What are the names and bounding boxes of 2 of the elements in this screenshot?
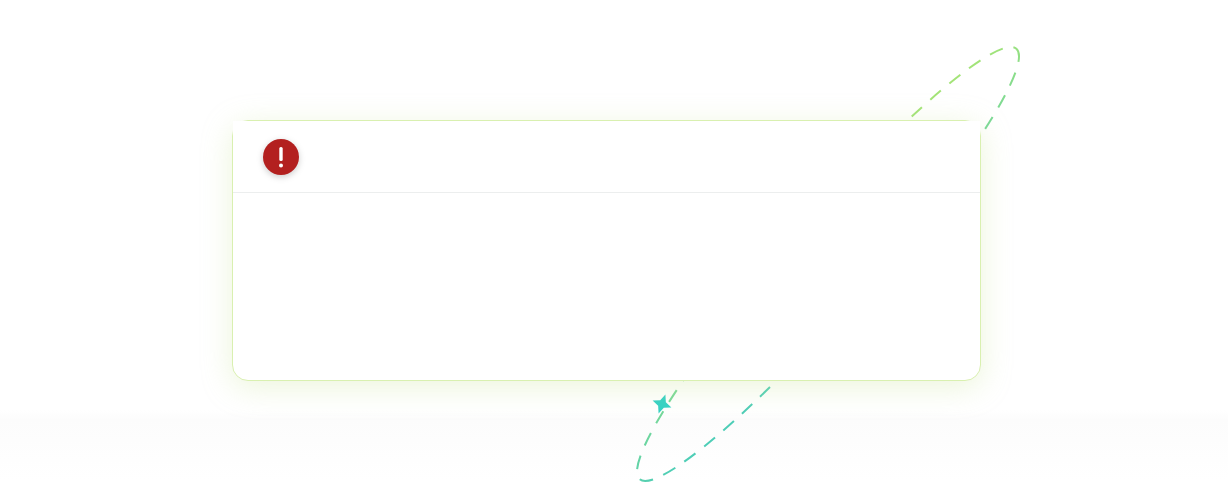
sparkle-icon [652, 394, 672, 414]
exclamation-icon [262, 137, 300, 176]
